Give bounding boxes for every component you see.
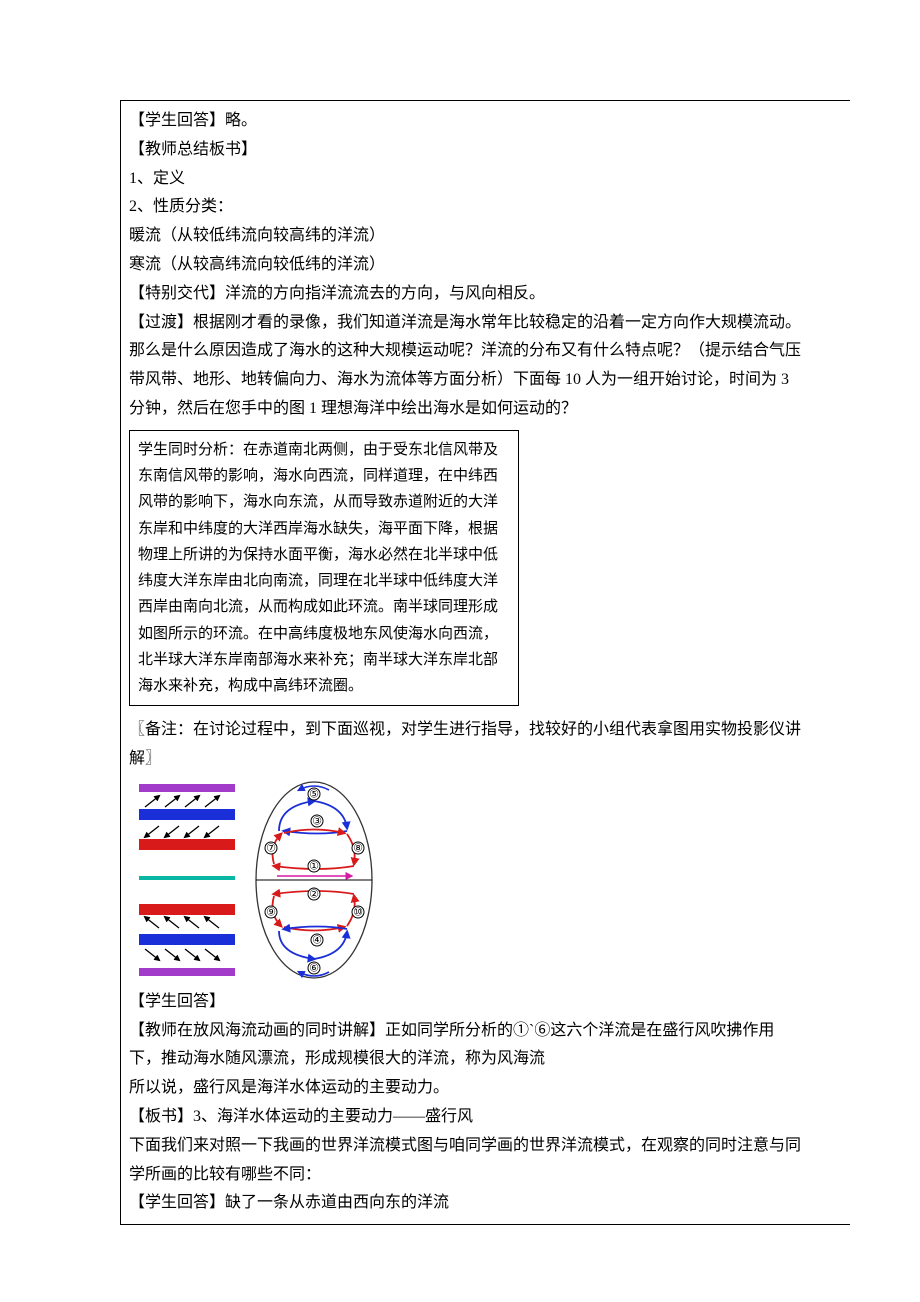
ocean-diagram-svg: ① ② ③ ④ ⑤ ⑥ ⑦ ⑧ ⑨ ⑩ (129, 776, 389, 986)
svg-text:⑨: ⑨ (266, 906, 276, 918)
conclusion-line: 所以说，盛行风是海洋水体运动的主要动力。 (129, 1074, 802, 1103)
svg-text:①: ① (309, 860, 319, 872)
svg-text:④: ④ (312, 934, 322, 946)
student-analysis-text: 学生同时分析：在赤道南北两侧，由于受东北信风带及东南信风带的影响，海水向西流，同… (138, 442, 498, 694)
diagram-labels: ① ② ③ ④ ⑤ ⑥ ⑦ ⑧ ⑨ ⑩ (265, 788, 364, 975)
svg-text:②: ② (309, 888, 319, 900)
teacher-board-heading: 【教师总结板书】 (129, 136, 802, 165)
svg-text:⑧: ⑧ (353, 842, 363, 854)
point-definition: 1、定义 (129, 165, 802, 194)
student-answer-1: 【学生回答】略。 (129, 107, 802, 136)
ocean-current-diagram: ① ② ③ ④ ⑤ ⑥ ⑦ ⑧ ⑨ ⑩ (129, 776, 389, 986)
student-answer-3: 【学生回答】缺了一条从赤道由西向东的洋流 (129, 1189, 802, 1218)
remark-note: 〖备注：在讨论过程中，到下面巡视，对学生进行指导，找较好的小组代表拿图用实物投影… (129, 716, 802, 774)
lesson-content-cell: 【学生回答】略。 【教师总结板书】 1、定义 2、性质分类： 暖流（从较低纬流向… (120, 100, 810, 1225)
board-point-3: 【板书】3、海洋水体运动的主要动力——盛行风 (129, 1103, 802, 1132)
student-answer-2: 【学生回答】 (129, 988, 802, 1017)
special-note: 【特别交代】洋流的方向指洋流流去的方向，与风向相反。 (129, 280, 802, 309)
document-page: 【学生回答】略。 【教师总结板书】 1、定义 2、性质分类： 暖流（从较低纬流向… (0, 0, 920, 1302)
wind-belt-panel (139, 784, 235, 976)
svg-text:⑥: ⑥ (309, 962, 319, 974)
teacher-explain: 【教师在放风海流动画的同时讲解】正如同学所分析的①`⑥这六个洋流是在盛行风吹拂作… (129, 1017, 802, 1075)
ideal-ocean-panel: ① ② ③ ④ ⑤ ⑥ ⑦ ⑧ ⑨ ⑩ (256, 782, 372, 978)
svg-text:⑤: ⑤ (309, 788, 319, 800)
svg-text:⑩: ⑩ (353, 906, 363, 918)
compare-instruction: 下面我们来对照一下我画的世界洋流模式图与咱同学画的世界洋流模式，在观察的同时注意… (129, 1132, 802, 1190)
right-column-stub (810, 100, 850, 1225)
svg-text:⑦: ⑦ (266, 842, 276, 854)
cold-current-def: 寒流（从较高纬流向较低纬的洋流） (129, 251, 802, 280)
point-classification: 2、性质分类： (129, 193, 802, 222)
student-analysis-box: 学生同时分析：在赤道南北两侧，由于受东北信风带及东南信风带的影响，海水向西流，同… (129, 430, 519, 707)
transition-paragraph: 【过渡】根据刚才看的录像，我们知道洋流是海水常年比较稳定的沿着一定方向作大规模流… (129, 309, 802, 424)
warm-current-def: 暖流（从较低纬流向较高纬的洋流） (129, 222, 802, 251)
svg-text:③: ③ (312, 815, 322, 827)
